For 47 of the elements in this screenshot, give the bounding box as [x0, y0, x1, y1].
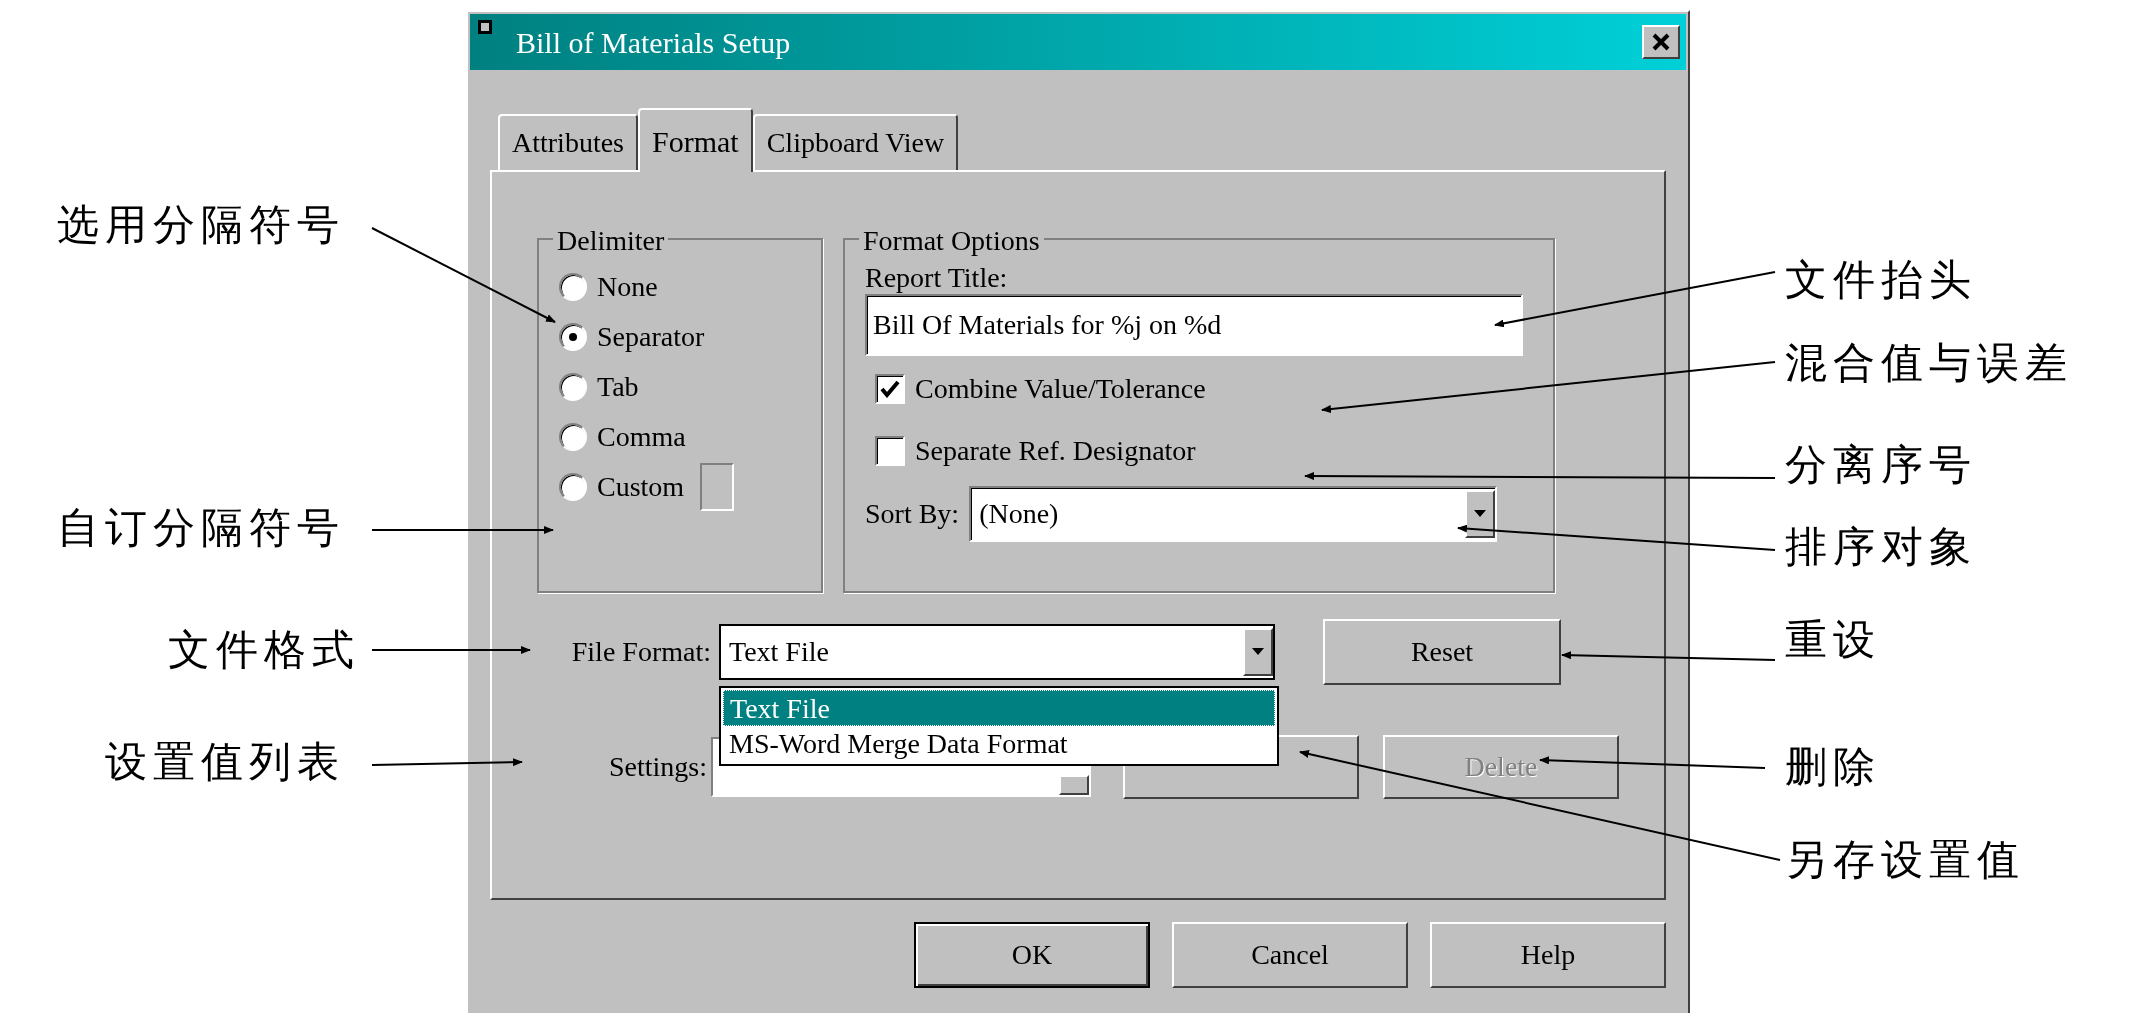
- radio-label: Tab: [597, 370, 639, 404]
- close-icon: [1651, 33, 1671, 51]
- radio-label: Comma: [597, 420, 686, 454]
- checkbox[interactable]: [875, 436, 905, 466]
- file-format-dropdown[interactable]: Text File: [719, 624, 1275, 680]
- radio-button[interactable]: [559, 473, 587, 501]
- callout-label: 分离序号: [1785, 441, 1977, 490]
- dropdown-option[interactable]: MS-Word Merge Data Format: [723, 726, 1275, 762]
- radio-label: Separator: [597, 320, 705, 354]
- field-label: Settings:: [608, 750, 708, 784]
- reset-button[interactable]: Reset: [1323, 619, 1561, 685]
- checkbox[interactable]: [875, 374, 905, 404]
- dialog-button[interactable]: Cancel: [1172, 922, 1408, 988]
- callout-label: 另存设置值: [1785, 836, 2025, 885]
- radio-button[interactable]: [559, 423, 587, 451]
- field-label: Sort By:: [865, 497, 960, 531]
- dialog-button[interactable]: OK: [914, 922, 1150, 988]
- callout-label: 设置值列表: [104, 738, 345, 787]
- callout-label: 删除: [1785, 743, 1881, 792]
- callout-label: 混合值与误差: [1785, 339, 2073, 388]
- radio-label: Custom: [597, 470, 685, 504]
- tab[interactable]: Clipboard View: [752, 114, 959, 170]
- radio-button[interactable]: [559, 323, 587, 351]
- field-label: Report Title:: [865, 262, 1008, 294]
- sort-by-dropdown[interactable]: (None): [969, 486, 1498, 542]
- dialog-button[interactable]: Help: [1430, 922, 1666, 988]
- custom-delimiter-field[interactable]: [700, 463, 735, 511]
- app-icon: [476, 18, 494, 36]
- tab[interactable]: Attributes: [498, 114, 638, 170]
- dropdown-option[interactable]: Text File: [723, 690, 1275, 726]
- field-label: File Format:: [570, 635, 712, 669]
- checkbox-label: Combine Value/Tolerance: [915, 372, 1206, 406]
- callout-label: 自订分隔符号: [56, 504, 345, 553]
- checkbox-label: Separate Ref. Designator: [915, 434, 1196, 468]
- callout-label: 排序对象: [1785, 523, 1977, 572]
- radio-label: None: [597, 270, 658, 304]
- close-button[interactable]: [1642, 25, 1680, 59]
- report-title-field[interactable]: Bill Of Materials for %j on %d: [865, 294, 1523, 356]
- callout-label: 重设: [1785, 616, 1881, 665]
- callout-label: 文件格式: [167, 626, 360, 675]
- callout-label: 选用分隔符号: [56, 201, 345, 250]
- check-icon: [880, 380, 900, 398]
- radio-button[interactable]: [559, 273, 587, 301]
- radio-button[interactable]: [559, 373, 587, 401]
- callout-label: 文件抬头: [1785, 256, 1977, 305]
- window-title: Bill of Materials Setup: [516, 24, 791, 61]
- tab[interactable]: Format: [638, 108, 753, 172]
